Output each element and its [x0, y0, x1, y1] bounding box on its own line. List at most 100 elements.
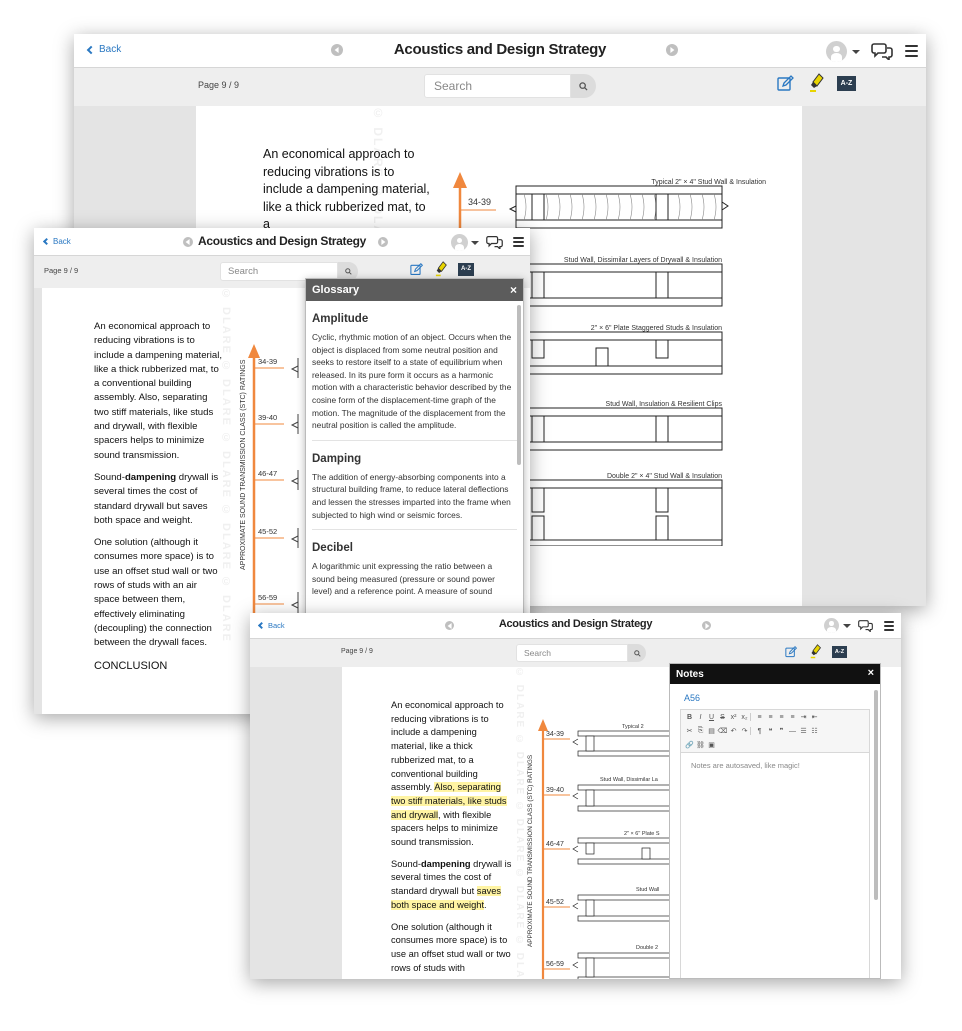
notes-editor[interactable]: Notes are autosaved, like magic! [680, 753, 870, 978]
stc-arrowhead [453, 172, 467, 188]
glossary-scrollbar[interactable] [517, 305, 521, 465]
align-right-button[interactable]: ≡ [776, 714, 787, 721]
chat-icon[interactable] [486, 235, 503, 249]
user-menu-caret-icon[interactable] [471, 241, 479, 245]
divider [312, 529, 517, 531]
edit-note-icon[interactable] [410, 263, 424, 276]
glossary-definition: The addition of energy-absorbing compone… [312, 471, 511, 520]
search-input[interactable]: Search [424, 74, 571, 98]
paragraph-1: An economical approach to reducing vibra… [263, 147, 430, 231]
toolbar-row-1: B I U S x² x₂ ≡ ≡ ≡ ≡ ⇥ ⇤ [681, 710, 869, 724]
glossary-button[interactable]: A-Z [837, 76, 856, 91]
subscript-button[interactable]: x₂ [739, 714, 750, 721]
rating-label-1: 34-39 [468, 197, 491, 207]
close-icon[interactable]: × [510, 283, 517, 297]
highlighter-icon[interactable] [810, 644, 822, 659]
stc-axis-label: APPROXIMATE SOUND TRANSMISSION CLASS (ST… [240, 359, 247, 570]
next-page-button[interactable] [666, 44, 678, 56]
reader-toolbar: Page 9 / 9 Search A-Z [74, 68, 926, 106]
align-center-button[interactable]: ≡ [765, 714, 776, 721]
body-text: An economical approach to reducing vibra… [391, 699, 513, 979]
chat-icon[interactable] [858, 619, 873, 632]
user-menu-caret-icon[interactable] [843, 624, 851, 628]
blockquote-icon[interactable]: ❝ [765, 727, 776, 735]
close-icon[interactable]: × [868, 667, 874, 679]
paragraph-1: An economical approach to reducing vibra… [391, 700, 507, 848]
paragraph-icon[interactable]: ¶ [754, 728, 765, 735]
italic-button[interactable]: I [695, 714, 706, 721]
cut-icon[interactable]: ✂ [684, 727, 695, 735]
user-menu-caret-icon[interactable] [852, 50, 860, 54]
clear-format-icon[interactable]: ⌫ [717, 727, 728, 735]
superscript-button[interactable]: x² [728, 714, 739, 721]
unlink-icon[interactable]: ⛓ [695, 741, 706, 749]
image-icon[interactable]: ▣ [706, 741, 717, 749]
next-page-button[interactable] [702, 621, 711, 630]
undo-icon[interactable]: ↶ [728, 727, 739, 735]
next-page-button[interactable] [378, 237, 388, 247]
edit-note-icon[interactable] [777, 75, 795, 92]
book-title: Acoustics and Design Strategy [393, 41, 607, 58]
hamburger-menu-icon[interactable] [513, 237, 524, 247]
user-avatar[interactable] [451, 234, 468, 251]
underline-button[interactable]: U [706, 714, 717, 721]
glossary-entry-amplitude: Amplitude Cyclic, rhythmic motion of an … [306, 313, 523, 441]
bullet-list-icon[interactable]: ☰ [798, 727, 809, 735]
copy-icon[interactable]: ⎘ [695, 727, 706, 735]
search-placeholder: Search [434, 79, 473, 93]
top-bar: Back Acoustics and Design Strategy [34, 228, 530, 256]
page-indicator: Page 9 / 9 [44, 266, 79, 275]
quote-close-icon[interactable]: ❞ [776, 727, 787, 735]
glossary-button[interactable]: A-Z [832, 646, 847, 658]
hamburger-menu-icon[interactable] [905, 45, 918, 57]
highlighter-icon[interactable] [435, 261, 448, 277]
outdent-button[interactable]: ⇤ [809, 713, 820, 721]
align-left-button[interactable]: ≡ [754, 714, 765, 721]
search-button[interactable] [628, 644, 646, 662]
assembly-label-4: Stud Wall, Insulation & Resilient Clips [606, 401, 723, 408]
glossary-term: Amplitude [312, 313, 369, 325]
paragraph-3: One solution (although it consumes more … [94, 537, 218, 649]
assembly-2: Stud Wall, Dissimilar Layers of Drywall … [515, 257, 723, 307]
notes-scrollbar[interactable] [874, 690, 878, 900]
highlighter-icon[interactable] [809, 73, 825, 93]
edit-note-icon[interactable] [785, 646, 798, 658]
numbered-list-icon[interactable]: ☷ [809, 727, 820, 735]
assembly-4: Stud Wall, Insulation & Resilient Clips [515, 401, 723, 451]
assembly-label-2: Stud Wall, Dissimilar Layers of Drywall … [564, 257, 722, 264]
user-avatar[interactable] [826, 41, 847, 62]
hamburger-menu-icon[interactable] [884, 621, 894, 631]
stc-chart: APPROXIMATE SOUND TRANSMISSION CLASS (ST… [527, 719, 672, 979]
indent-button[interactable]: ⇥ [798, 713, 809, 721]
stc-arrowhead [248, 344, 260, 358]
search-input[interactable]: Search [516, 644, 628, 662]
paragraph-2: Sound-dampening drywall is several times… [391, 858, 512, 910]
note-title[interactable]: A56 [684, 693, 880, 703]
glossary-az-icon: A-Z [834, 649, 845, 655]
strikethrough-button[interactable]: S [717, 714, 728, 721]
bold-button[interactable]: B [684, 714, 695, 721]
search-button[interactable] [571, 74, 596, 98]
assembly-label-5: Double 2 [636, 945, 658, 951]
glossary-button[interactable]: A-Z [458, 263, 474, 276]
notes-placeholder: Notes are autosaved, like magic! [691, 761, 800, 770]
paste-icon[interactable]: ▤ [706, 727, 717, 735]
assembly-label-4: Stud Wall [636, 887, 659, 893]
rating-label-3: 46-47 [546, 841, 564, 848]
rich-text-toolbar: B I U S x² x₂ ≡ ≡ ≡ ≡ ⇥ ⇤ ✂ ⎘ ▤ ⌫ ↶ ↷ ¶ … [680, 709, 870, 753]
stc-arrowhead [538, 719, 548, 731]
redo-icon[interactable]: ↷ [739, 727, 750, 735]
search-icon [344, 268, 352, 275]
paragraph-3: One solution (although it consumes more … [391, 921, 511, 973]
glossary-title: Glossary [312, 284, 360, 296]
link-icon[interactable]: 🔗 [684, 741, 695, 749]
assembly-walls [572, 730, 672, 979]
rating-label-5: 56-59 [546, 961, 564, 968]
assembly-1: Typical 2" × 4" Stud Wall & Insulation [508, 179, 766, 229]
chat-icon[interactable] [871, 42, 893, 60]
horizontal-rule-icon[interactable]: — [787, 728, 798, 735]
assembly-label-2: Stud Wall, Dissimilar La [600, 777, 659, 783]
toolbar-row-2: ✂ ⎘ ▤ ⌫ ↶ ↷ ¶ ❝ ❞ — ☰ ☷ [681, 724, 869, 738]
user-avatar[interactable] [824, 618, 839, 633]
align-justify-button[interactable]: ≡ [787, 714, 798, 721]
